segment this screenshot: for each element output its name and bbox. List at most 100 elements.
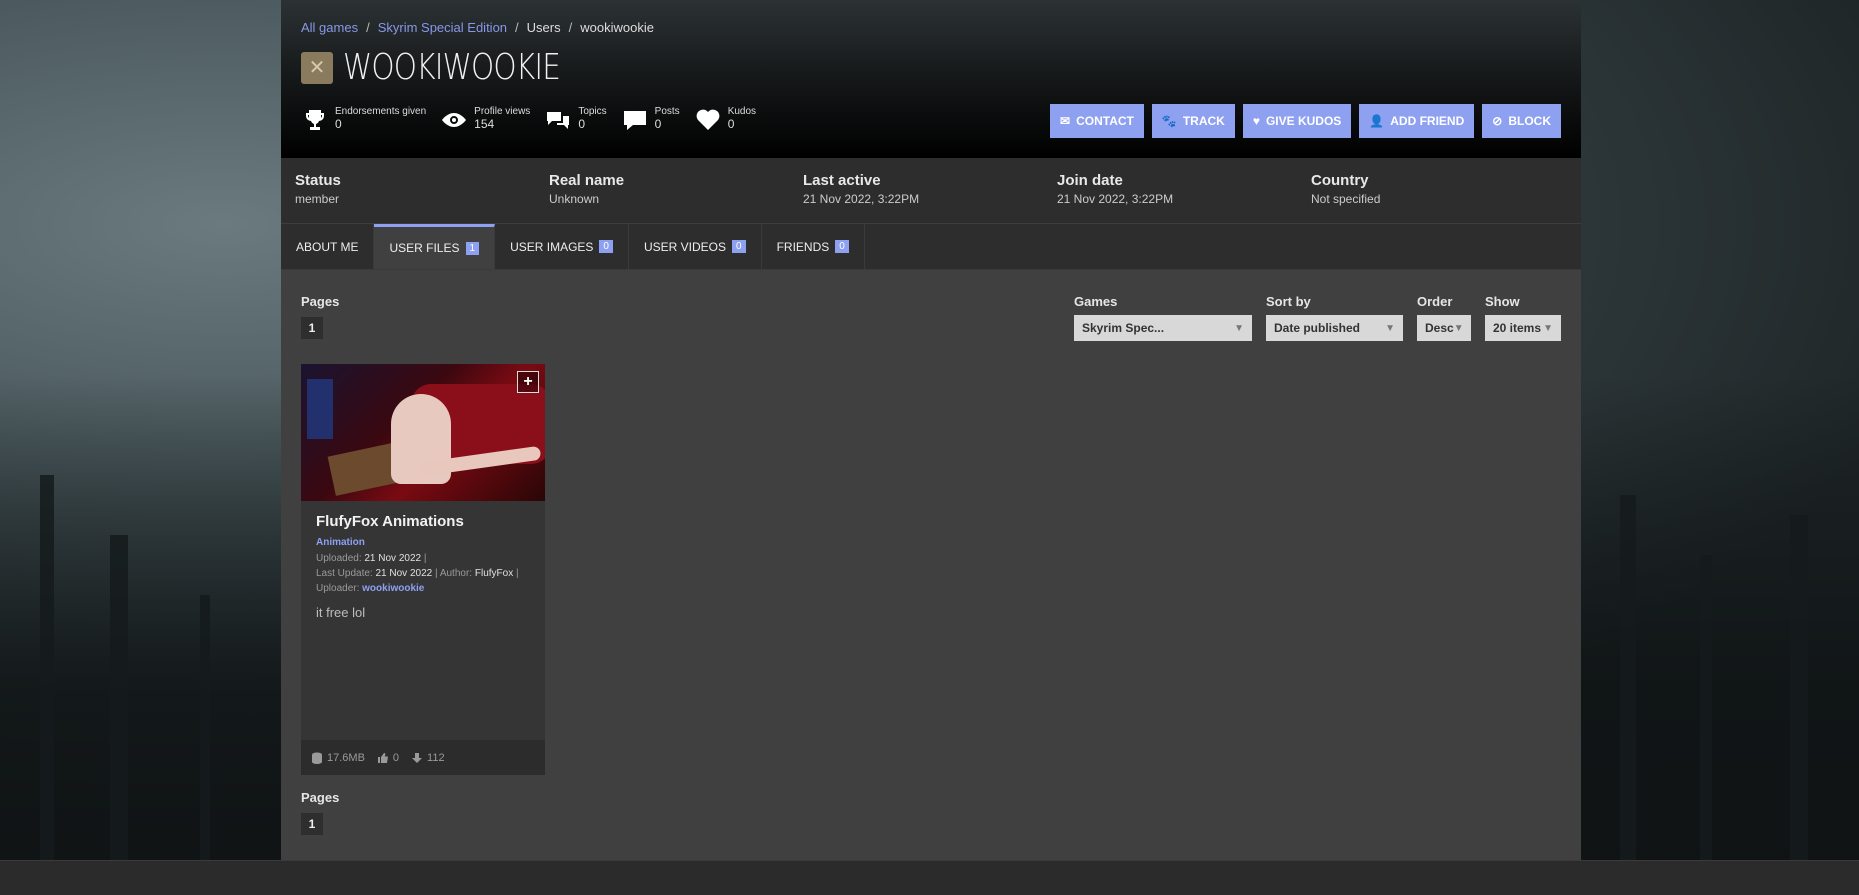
add-friend-button-label: ADD FRIEND xyxy=(1390,114,1465,128)
tab-about-me[interactable]: ABOUT ME xyxy=(281,224,375,269)
info-country: Country Not specified xyxy=(1311,172,1565,223)
avatar: ✕ xyxy=(301,51,333,84)
filter-label: Order xyxy=(1417,294,1453,309)
select-value: Skyrim Spec... xyxy=(1082,321,1165,335)
file-meta: Uploaded: 21 Nov 2022 | Last Update: 21 … xyxy=(316,553,519,594)
chevron-down-icon: ▼ xyxy=(1385,322,1395,334)
page-button[interactable]: 1 xyxy=(301,813,323,835)
info-value: 21 Nov 2022, 3:22PM xyxy=(803,192,920,206)
file-thumbnail[interactable]: + xyxy=(301,364,545,501)
info-value: Not specified xyxy=(1311,192,1381,206)
tab-label: USER IMAGES xyxy=(510,239,594,254)
info-label: Real name xyxy=(549,172,625,189)
select-value: 20 items xyxy=(1493,321,1542,335)
pages-label: Pages xyxy=(301,790,340,805)
file-size: 17.6MB xyxy=(311,752,365,764)
last-update-label: Last Update: xyxy=(316,568,373,579)
tab-friends[interactable]: FRIENDS 0 xyxy=(762,224,865,269)
uploaded-date: 21 Nov 2022 xyxy=(364,553,422,564)
tab-label: USER VIDEOS xyxy=(643,239,727,254)
chevron-down-icon: ▼ xyxy=(1453,322,1464,334)
thumbs-up-icon xyxy=(377,752,388,763)
profile-actions: ✉ CONTACT 🐾 TRACK ♥ GIVE KUDOS 👤 ADD FRI… xyxy=(1050,104,1561,138)
give-kudos-button-label: GIVE KUDOS xyxy=(1265,114,1342,128)
last-update-date: 21 Nov 2022 xyxy=(375,568,433,579)
breadcrumb-all-games[interactable]: All games xyxy=(301,20,358,35)
tab-label: FRIENDS xyxy=(776,239,830,254)
stat-label: Kudos xyxy=(727,106,757,117)
select-value: Date published xyxy=(1274,321,1361,335)
stat-value: 154 xyxy=(474,117,495,131)
order-select[interactable]: Desc ▼ xyxy=(1417,315,1471,341)
stat-kudos: Kudos 0 xyxy=(694,106,756,134)
block-button[interactable]: ⊘ BLOCK xyxy=(1482,104,1561,138)
posts-icon xyxy=(621,106,649,134)
author-name: FlufyFox xyxy=(474,568,514,579)
breadcrumb-game[interactable]: Skyrim Special Edition xyxy=(378,20,507,35)
file-card: + FlufyFox Animations Animation Uploaded… xyxy=(301,364,545,775)
chevron-down-icon: ▼ xyxy=(1234,322,1244,334)
info-value: 21 Nov 2022, 3:22PM xyxy=(1057,192,1174,206)
uploaded-label: Uploaded: xyxy=(316,553,362,564)
file-title[interactable]: FlufyFox Animations xyxy=(316,513,530,530)
paw-icon: 🐾 xyxy=(1161,114,1177,128)
info-label: Status xyxy=(295,172,341,189)
sort-by-select[interactable]: Date published ▼ xyxy=(1266,315,1403,341)
page-button[interactable]: 1 xyxy=(301,317,323,339)
tab-user-images[interactable]: USER IMAGES 0 xyxy=(495,224,629,269)
author-label: Author: xyxy=(439,568,473,579)
breadcrumb-current-user: wookiwookie xyxy=(580,20,654,35)
filter-sort-by: Sort by Date published ▼ xyxy=(1266,294,1403,341)
chevron-down-icon: ▼ xyxy=(1543,322,1553,334)
download-count: 112 xyxy=(427,751,445,764)
heart-icon: ♥ xyxy=(1252,114,1260,128)
contact-button[interactable]: ✉ CONTACT xyxy=(1050,104,1144,138)
envelope-icon: ✉ xyxy=(1060,114,1071,128)
info-label: Country xyxy=(1311,172,1369,189)
filter-label: Games xyxy=(1074,294,1118,309)
trophy-icon xyxy=(301,106,329,134)
info-value: member xyxy=(295,192,340,206)
tab-user-videos[interactable]: USER VIDEOS 0 xyxy=(629,224,762,269)
file-size-value: 17.6MB xyxy=(327,751,365,764)
file-category[interactable]: Animation xyxy=(316,537,530,548)
profile-tabs: ABOUT ME USER FILES 1 USER IMAGES 0 USER… xyxy=(281,224,1581,270)
give-kudos-button[interactable]: ♥ GIVE KUDOS xyxy=(1242,104,1352,138)
filter-label: Show xyxy=(1485,294,1520,309)
info-label: Last active xyxy=(803,172,881,189)
info-join-date: Join date 21 Nov 2022, 3:22PM xyxy=(1057,172,1311,223)
tab-user-files[interactable]: USER FILES 1 xyxy=(374,224,496,269)
pagination-bottom: Pages 1 xyxy=(301,790,339,835)
count-badge: 0 xyxy=(732,240,746,253)
stat-value: 0 xyxy=(727,117,735,131)
user-icon: 👤 xyxy=(1369,114,1385,128)
topics-icon xyxy=(544,106,572,134)
tab-label: ABOUT ME xyxy=(296,239,359,254)
add-to-collection-icon[interactable]: + xyxy=(517,371,539,393)
filter-games: Games Skyrim Spec... ▼ xyxy=(1074,294,1252,341)
file-downloads: 112 xyxy=(411,752,445,764)
track-button-label: TRACK xyxy=(1182,114,1225,128)
breadcrumb-separator: / xyxy=(366,20,370,35)
file-description: it free lol xyxy=(316,605,366,620)
stat-endorsements: Endorsements given 0 xyxy=(301,106,426,134)
games-select[interactable]: Skyrim Spec... ▼ xyxy=(1074,315,1252,341)
stat-value: 0 xyxy=(335,117,342,131)
select-value: Desc xyxy=(1425,321,1454,335)
track-button[interactable]: 🐾 TRACK xyxy=(1151,104,1235,138)
stat-topics: Topics 0 xyxy=(544,106,607,134)
breadcrumb-separator: / xyxy=(515,20,519,35)
page-title: WOOKIWOOKIE xyxy=(343,47,561,88)
info-status: Status member xyxy=(295,172,549,223)
stat-label: Endorsements given xyxy=(335,106,427,117)
uploader-link[interactable]: wookiwookie xyxy=(362,583,424,594)
heart-icon xyxy=(694,106,722,134)
add-friend-button[interactable]: 👤 ADD FRIEND xyxy=(1359,104,1475,138)
files-listing: Pages 1 Games Skyrim Spec... ▼ Sort by D… xyxy=(281,270,1581,835)
block-button-label: BLOCK xyxy=(1508,114,1551,128)
listing-filters: Games Skyrim Spec... ▼ Sort by Date publ… xyxy=(1074,294,1561,341)
info-value: Unknown xyxy=(549,192,600,206)
show-select[interactable]: 20 items ▼ xyxy=(1485,315,1561,341)
stat-posts: Posts 0 xyxy=(621,106,680,134)
stat-value: 0 xyxy=(654,117,662,131)
